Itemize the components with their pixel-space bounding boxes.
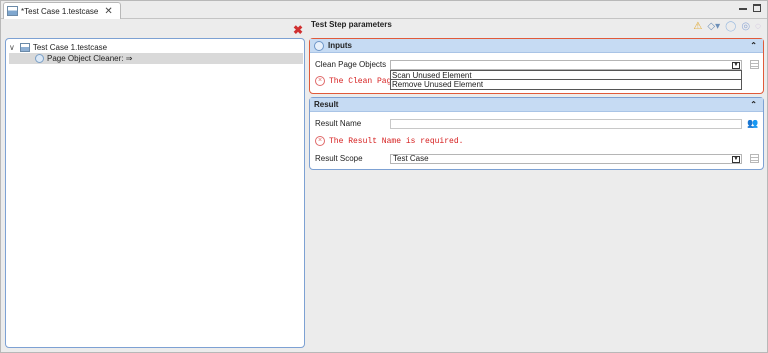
error-icon: × — [315, 76, 325, 86]
maximize-icon[interactable] — [753, 4, 761, 12]
inputs-title: Inputs — [328, 41, 352, 50]
tree-item-root[interactable]: ∨ Test Case 1.testcase — [9, 42, 107, 53]
warning-icon[interactable]: ⚠ — [693, 21, 702, 32]
window-controls — [739, 4, 761, 12]
close-icon[interactable]: ✕ — [104, 6, 112, 17]
clean-page-objects-label: Clean Page Objects — [315, 60, 387, 69]
result-section: Result ⌃ Result Name 👥 × The Result Name… — [309, 97, 764, 170]
page-title: Test Step parameters — [311, 20, 392, 29]
result-header[interactable]: Result ⌃ — [310, 98, 763, 112]
result-name-label: Result Name — [315, 119, 362, 128]
result-scope-label: Result Scope — [315, 154, 363, 163]
tree-item-root-label: Test Case 1.testcase — [32, 43, 108, 52]
variable-picker-icon[interactable]: 👥 — [747, 118, 758, 129]
help-icon[interactable]: ◎ — [741, 21, 750, 32]
page-object-icon — [35, 54, 44, 63]
test-case-file-icon — [7, 6, 18, 16]
list-icon[interactable] — [750, 154, 759, 163]
dropdown-option[interactable]: Scan Unused Element — [391, 71, 741, 80]
tree-item-child-label: Page Object Cleaner: ⇒ — [47, 54, 133, 63]
tab-bar: *Test Case 1.testcase ✕ — [1, 1, 767, 19]
inputs-header[interactable]: Inputs ⌃ — [310, 39, 763, 53]
clean-page-error: × The Clean Page — [315, 76, 396, 86]
params-toolbar: ⚠ ◇▾ ◯ ◎ ◌ — [693, 21, 761, 32]
step-icon[interactable]: ◯ — [725, 21, 736, 32]
result-name-input[interactable] — [390, 119, 742, 129]
inputs-icon — [314, 40, 324, 51]
clean-page-objects-dropdown: Scan Unused Element Remove Unused Elemen… — [390, 70, 742, 90]
test-case-icon — [19, 43, 30, 52]
result-name-error-text: The Result Name is required. — [329, 136, 464, 146]
error-icon: × — [315, 136, 325, 146]
list-icon[interactable] — [750, 60, 759, 69]
tag-icon[interactable]: ◇▾ — [707, 21, 720, 32]
chevron-down-icon[interactable]: ▼ — [732, 62, 740, 69]
chevron-down-icon[interactable]: ▼ — [732, 156, 740, 163]
tree-item-page-object-cleaner[interactable]: Page Object Cleaner: ⇒ — [9, 53, 303, 64]
result-scope-value: Test Case — [393, 154, 429, 163]
editor-window: *Test Case 1.testcase ✕ ∨ Test Case 1.te… — [0, 0, 768, 353]
minimize-icon[interactable] — [739, 8, 747, 10]
tab-test-case[interactable]: *Test Case 1.testcase ✕ — [3, 2, 121, 19]
delete-icon[interactable]: ✖ — [293, 23, 303, 37]
info-icon[interactable]: ◌ — [755, 21, 761, 32]
result-title: Result — [314, 100, 339, 109]
chevron-down-icon[interactable]: ∨ — [9, 43, 15, 52]
result-name-error: × The Result Name is required. — [315, 136, 463, 146]
clean-page-error-text: The Clean Page — [329, 76, 397, 86]
test-case-tree: ∨ Test Case 1.testcase Page Object Clean… — [5, 38, 305, 348]
result-scope-select[interactable]: Test Case ▼ — [390, 154, 742, 164]
dropdown-option[interactable]: Remove Unused Element — [391, 80, 741, 89]
collapse-icon[interactable]: ⌃ — [750, 100, 757, 109]
clean-page-objects-select[interactable]: ▼ — [390, 60, 742, 70]
tab-label: *Test Case 1.testcase — [21, 6, 99, 16]
collapse-icon[interactable]: ⌃ — [750, 41, 757, 50]
